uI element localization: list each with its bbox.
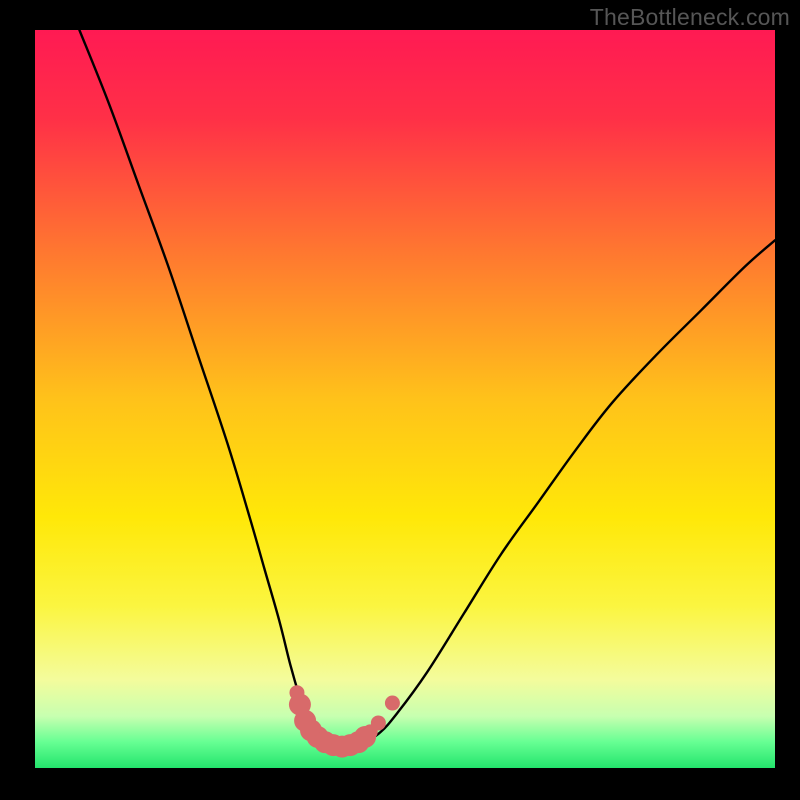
gradient-background — [35, 30, 775, 768]
plot-area — [35, 30, 775, 768]
chart-svg — [35, 30, 775, 768]
highlight-point — [371, 715, 386, 730]
chart-frame: TheBottleneck.com — [0, 0, 800, 800]
watermark-text: TheBottleneck.com — [590, 4, 790, 31]
highlight-point — [385, 696, 400, 711]
